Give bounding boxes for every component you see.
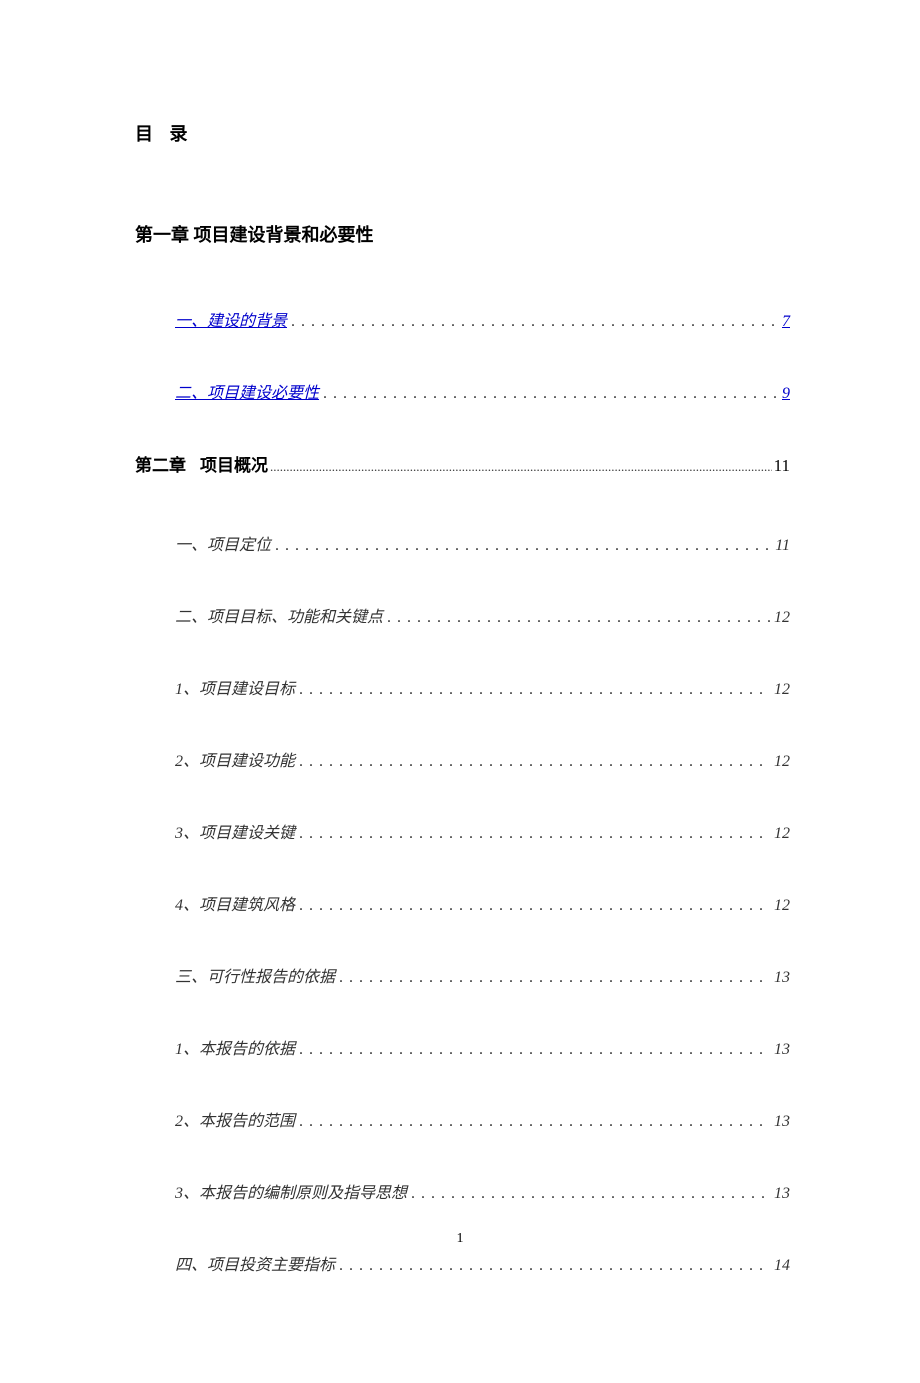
toc-leader-dots: . . . . . . . . . . . . . . . . . . . . … <box>299 681 770 699</box>
toc-entry-label: 1、项目建设目标 <box>175 675 295 699</box>
toc-entry-page: 12 <box>774 681 790 699</box>
toc-leader-dots: . . . . . . . . . . . . . . . . . . . . … <box>291 313 778 331</box>
chapter-2-page: 11 <box>774 456 790 476</box>
toc-entry-page: 14 <box>774 1257 790 1275</box>
toc-entry-page: 13 <box>774 969 790 987</box>
toc-entry-2-5: 3、项目建设关键 . . . . . . . . . . . . . . . .… <box>175 819 790 843</box>
toc-leader-dots: . . . . . . . . . . . . . . . . . . . . … <box>299 897 770 915</box>
toc-title: 目 录 <box>135 120 790 146</box>
document-page: 目 录 第一章 项目建设背景和必要性 一、建设的背景 . . . . . . .… <box>0 0 920 1383</box>
toc-entry-label: 二、项目目标、功能和关键点 <box>175 603 383 627</box>
toc-leader-dots: . . . . . . . . . . . . . . . . . . . . … <box>299 1113 770 1131</box>
toc-entry-2-9: 2、本报告的范围 . . . . . . . . . . . . . . . .… <box>175 1107 790 1131</box>
toc-entry-page: 12 <box>774 753 790 771</box>
toc-entry-label: 1、本报告的依据 <box>175 1035 295 1059</box>
toc-leader-dots: . . . . . . . . . . . . . . . . . . . . … <box>299 825 770 843</box>
toc-entry-page: 11 <box>775 537 790 555</box>
toc-entry-page: 13 <box>774 1041 790 1059</box>
toc-entry-2-8: 1、本报告的依据 . . . . . . . . . . . . . . . .… <box>175 1035 790 1059</box>
toc-entry-page: 12 <box>774 825 790 843</box>
toc-leader-dots: . . . . . . . . . . . . . . . . . . . . … <box>339 969 770 987</box>
toc-entry-2-7: 三、可行性报告的依据 . . . . . . . . . . . . . . .… <box>175 963 790 987</box>
toc-entry-label: 3、本报告的编制原则及指导思想 <box>175 1179 407 1203</box>
toc-entry-2-2: 二、项目目标、功能和关键点 . . . . . . . . . . . . . … <box>175 603 790 627</box>
toc-entry-page: 9 <box>782 385 790 403</box>
toc-entry-2-6: 4、项目建筑风格 . . . . . . . . . . . . . . . .… <box>175 891 790 915</box>
toc-entry-1-2[interactable]: 二、项目建设必要性 . . . . . . . . . . . . . . . … <box>175 379 790 403</box>
toc-entry-label: 四、项目投资主要指标 <box>175 1251 335 1275</box>
toc-entry-label: 二、项目建设必要性 <box>175 379 319 403</box>
toc-leader-dots: . . . . . . . . . . . . . . . . . . . . … <box>387 609 770 627</box>
toc-entry-page: 7 <box>782 313 790 331</box>
toc-entry-label: 一、建设的背景 <box>175 307 287 331</box>
toc-leader-dots: . . . . . . . . . . . . . . . . . . . . … <box>299 753 770 771</box>
toc-leader-dots: . . . . . . . . . . . . . . . . . . . . … <box>323 385 778 403</box>
toc-entry-page: 12 <box>774 609 790 627</box>
toc-entry-label: 三、可行性报告的依据 <box>175 963 335 987</box>
chapter-1-heading: 第一章 项目建设背景和必要性 <box>135 221 790 247</box>
toc-entry-2-4: 2、项目建设功能 . . . . . . . . . . . . . . . .… <box>175 747 790 771</box>
toc-entry-page: 13 <box>774 1113 790 1131</box>
toc-entry-label: 4、项目建筑风格 <box>175 891 295 915</box>
toc-entry-page: 13 <box>774 1185 790 1203</box>
page-number: 1 <box>0 1231 920 1247</box>
toc-entry-2-3: 1、项目建设目标 . . . . . . . . . . . . . . . .… <box>175 675 790 699</box>
chapter-2-label: 第二章 <box>135 451 186 476</box>
toc-entry-2-11: 四、项目投资主要指标 . . . . . . . . . . . . . . .… <box>175 1251 790 1275</box>
chapter-2-row: 第二章 项目概况 ...............................… <box>135 451 790 476</box>
toc-entry-label: 2、本报告的范围 <box>175 1107 295 1131</box>
toc-entry-2-10: 3、本报告的编制原则及指导思想 . . . . . . . . . . . . … <box>175 1179 790 1203</box>
toc-leader-dots: . . . . . . . . . . . . . . . . . . . . … <box>339 1257 770 1275</box>
toc-leader-dots: . . . . . . . . . . . . . . . . . . . . … <box>275 537 771 555</box>
toc-entry-label: 2、项目建设功能 <box>175 747 295 771</box>
toc-entry-2-1: 一、项目定位 . . . . . . . . . . . . . . . . .… <box>175 531 790 555</box>
toc-entry-label: 一、项目定位 <box>175 531 271 555</box>
toc-leader-dots: . . . . . . . . . . . . . . . . . . . . … <box>411 1185 770 1203</box>
toc-leader-dots: . . . . . . . . . . . . . . . . . . . . … <box>299 1041 770 1059</box>
toc-entry-1-1[interactable]: 一、建设的背景 . . . . . . . . . . . . . . . . … <box>175 307 790 331</box>
toc-leader-dots: ........................................… <box>270 459 772 475</box>
toc-entry-page: 12 <box>774 897 790 915</box>
chapter-2-text: 项目概况 <box>200 451 268 476</box>
toc-entry-label: 3、项目建设关键 <box>175 819 295 843</box>
